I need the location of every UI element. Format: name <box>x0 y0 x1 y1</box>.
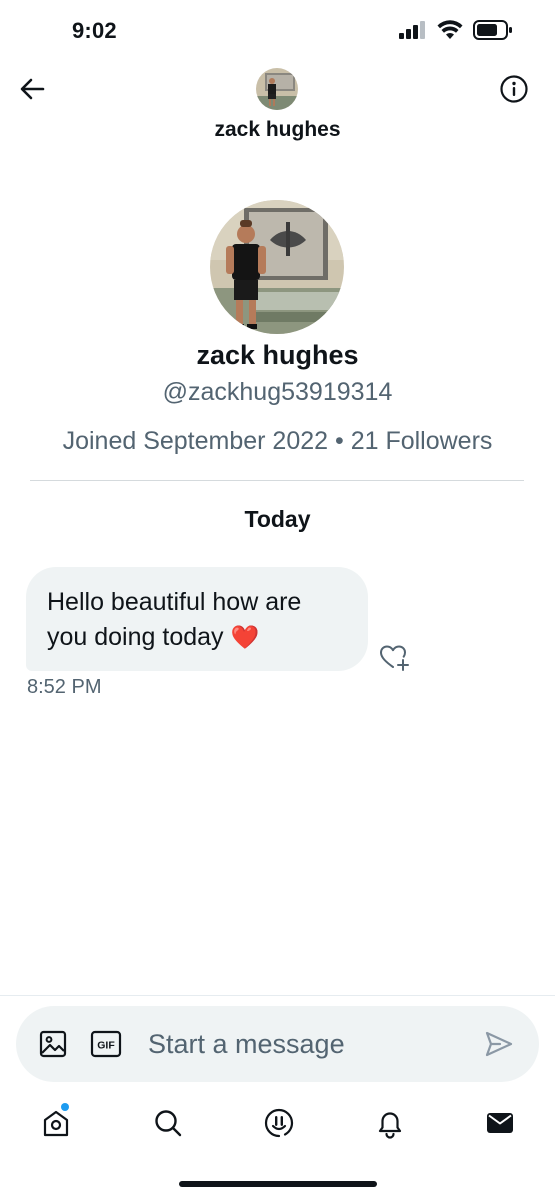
profile-handle: @zackhug53919314 <box>162 378 393 406</box>
add-reaction-button[interactable] <box>378 642 410 672</box>
message-input[interactable] <box>148 1022 448 1066</box>
gif-icon: GIF <box>90 1030 122 1058</box>
back-button[interactable] <box>18 74 48 104</box>
avatar-image <box>256 68 298 110</box>
search-icon <box>155 1110 182 1137</box>
profile-name[interactable]: zack hughes <box>0 340 555 371</box>
tab-search[interactable] <box>150 1105 186 1141</box>
header-avatar[interactable] <box>256 68 298 110</box>
send-icon <box>485 1031 513 1057</box>
info-icon <box>500 75 528 103</box>
unread-dot <box>61 1103 69 1111</box>
profile-meta: Joined September 2022 • 21 Followers <box>62 427 493 455</box>
conversation-info-button[interactable] <box>499 74 529 104</box>
image-icon <box>39 1030 67 1058</box>
tab-spaces[interactable] <box>261 1105 297 1141</box>
home-icon <box>43 1110 69 1137</box>
tab-notifications[interactable] <box>372 1105 408 1141</box>
battery-icon <box>473 20 512 40</box>
tab-messages[interactable] <box>482 1105 518 1141</box>
heart-emoji: ❤️ <box>230 624 260 650</box>
header-name[interactable]: zack hughes <box>0 118 555 142</box>
wifi-icon <box>437 20 463 39</box>
status-icons <box>399 20 513 40</box>
composer-separator <box>0 995 555 996</box>
tab-home[interactable] <box>38 1105 74 1141</box>
message-timestamp: 8:52 PM <box>27 676 102 698</box>
cellular-signal-icon <box>399 21 425 39</box>
divider <box>30 480 524 481</box>
add-media-button[interactable] <box>38 1029 68 1059</box>
date-label: Today <box>244 506 311 532</box>
home-indicator <box>179 1181 377 1187</box>
status-time: 9:02 <box>72 18 117 43</box>
back-arrow-icon <box>20 78 45 100</box>
messages-icon <box>487 1113 513 1133</box>
gif-button[interactable]: GIF <box>90 1030 122 1058</box>
spaces-icon <box>264 1108 294 1138</box>
message-text: Hello beautiful how are you doing today <box>47 588 302 651</box>
message-bubble[interactable]: Hello beautiful how are you doing today … <box>26 567 368 671</box>
notifications-icon <box>378 1112 402 1139</box>
heart-plus-icon <box>380 645 409 671</box>
send-button[interactable] <box>484 1030 514 1058</box>
profile-avatar-image <box>210 200 344 334</box>
profile-avatar[interactable] <box>210 200 344 334</box>
gif-label: GIF <box>97 1040 115 1052</box>
